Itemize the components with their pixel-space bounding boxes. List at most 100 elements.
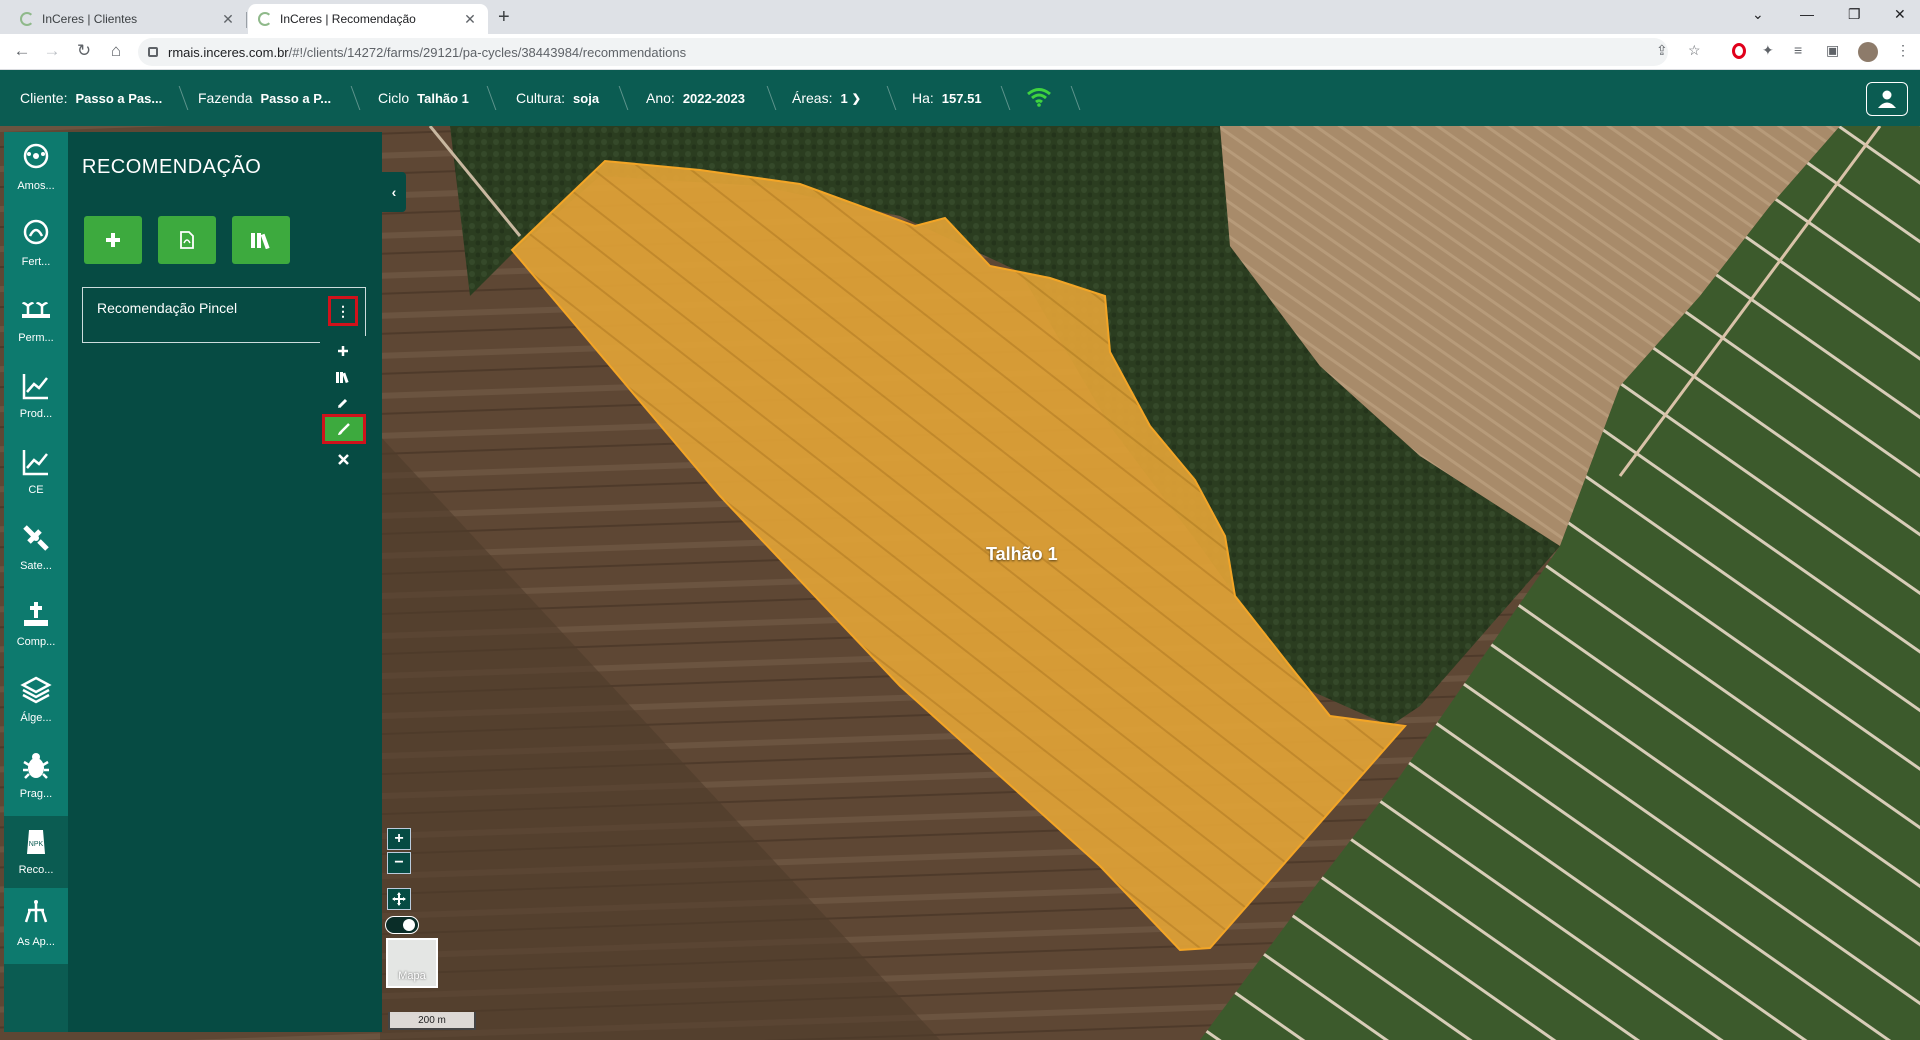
recommendation-panel: RECOMENDAÇÃO Recomendação Pincel ⋮ xyxy=(68,132,382,1032)
share-icon[interactable]: ⇪ xyxy=(1656,42,1668,59)
side-panel-icon[interactable]: ▣ xyxy=(1826,42,1839,59)
url-path: /#!/clients/14272/farms/29121/pa-cycles/… xyxy=(288,44,687,60)
home-icon[interactable]: ⌂ xyxy=(104,41,128,61)
browser-tab-recomendacao[interactable]: InCeres | Recomendação ✕ xyxy=(248,4,488,34)
rail-item-as-aplicadas[interactable]: As Ap... xyxy=(4,888,68,964)
toggle-knob xyxy=(403,919,415,931)
rail-item-permanente[interactable]: Perm... xyxy=(4,284,68,360)
user-icon xyxy=(1878,90,1896,108)
panel-title: RECOMENDAÇÃO xyxy=(82,156,262,178)
rail-item-satelite[interactable]: Sate... xyxy=(4,512,68,588)
rail-label: Fert... xyxy=(21,256,51,268)
recommendation-options-button[interactable]: ⋮ xyxy=(328,296,358,326)
move-arrows-icon xyxy=(392,892,406,906)
inceres-favicon-icon xyxy=(258,12,272,26)
rail-item-recomendacao[interactable]: NPK Reco... xyxy=(4,816,68,892)
browser-tab-clientes[interactable]: InCeres | Clientes ✕ xyxy=(10,4,246,34)
rail-item-amostragem[interactable]: Amos... xyxy=(4,132,68,208)
brush-icon xyxy=(338,423,350,435)
breadcrumb-fazenda[interactable]: Fazenda Passo a P... xyxy=(198,70,331,126)
recommendation-card[interactable]: Recomendação Pincel ⋮ xyxy=(82,287,366,343)
recommendation-name: Recomendação Pincel xyxy=(97,300,238,316)
menu-delete[interactable] xyxy=(320,446,366,472)
rail-item-compactacao[interactable]: Comp... xyxy=(4,588,68,664)
zoom-out-button[interactable]: − xyxy=(387,852,411,874)
profile-avatar[interactable] xyxy=(1858,42,1878,62)
pdf-file-icon xyxy=(180,231,194,249)
rail-label: Sate... xyxy=(20,560,52,572)
breadcrumb-ano[interactable]: Ano: 2022-2023 xyxy=(646,70,745,126)
fertility-icon xyxy=(23,219,49,245)
rail-item-pragas[interactable]: Prag... xyxy=(4,740,68,816)
pan-button[interactable] xyxy=(387,888,411,910)
kebab-icon: ⋮ xyxy=(336,303,350,319)
breadcrumb-separator xyxy=(467,86,497,110)
rail-label: Prag... xyxy=(19,788,53,800)
rail-item-fertilidade[interactable]: Fert... xyxy=(4,208,68,284)
menu-library[interactable] xyxy=(320,364,366,390)
minus-icon: − xyxy=(394,854,404,871)
wifi-online-icon xyxy=(1027,88,1051,107)
layer-toggle[interactable] xyxy=(385,916,419,934)
new-tab-button[interactable]: + xyxy=(498,6,510,29)
library-button[interactable] xyxy=(232,216,290,264)
chevron-down-icon[interactable]: ❯ xyxy=(852,92,861,105)
app-header: Cliente: Passo a Pas... Fazenda Passo a … xyxy=(0,70,1920,126)
satellite-icon xyxy=(23,525,49,551)
books-icon xyxy=(336,372,349,383)
field-label: Talhão 1 xyxy=(986,544,1058,564)
module-rail: Amos... Fert... Perm... Prod... CE Sate.… xyxy=(4,132,68,1032)
breadcrumb-cliente[interactable]: Cliente: Passo a Pas... xyxy=(20,70,162,126)
rail-label: CE xyxy=(28,484,44,496)
cultura-value: soja xyxy=(573,90,600,106)
areas-value: 1 xyxy=(840,90,848,106)
url-field[interactable]: rmais.inceres.com.br/#!/clients/14272/fa… xyxy=(138,38,1668,66)
minimize-icon[interactable]: — xyxy=(1800,6,1814,22)
breadcrumb-areas[interactable]: Áreas: 1 ❯ xyxy=(792,70,861,126)
basemap-label: Mapa xyxy=(398,970,426,982)
menu-add[interactable] xyxy=(320,338,366,364)
breadcrumb-separator xyxy=(981,86,1011,110)
rail-item-ce[interactable]: CE xyxy=(4,436,68,512)
ano-value: 2022-2023 xyxy=(682,90,745,106)
inceres-favicon-icon xyxy=(20,12,34,26)
tab-close-icon[interactable]: ✕ xyxy=(462,11,478,28)
sprayer-icon xyxy=(24,900,48,923)
breadcrumb-cultura[interactable]: Cultura: soja xyxy=(516,70,599,126)
ha-label: Ha: xyxy=(912,90,934,106)
extensions-icon[interactable]: ✦ xyxy=(1762,42,1774,59)
basemap-switcher[interactable]: Mapa xyxy=(386,938,438,988)
menu-edit[interactable] xyxy=(320,390,366,416)
zoom-in-button[interactable]: + xyxy=(387,828,411,850)
back-icon[interactable]: ← xyxy=(10,41,34,61)
scale-label: 200 m xyxy=(418,1014,446,1026)
opera-extension-icon[interactable] xyxy=(1732,43,1746,59)
tab-search-icon[interactable]: ⌄ xyxy=(1752,6,1764,23)
rail-label: Perm... xyxy=(18,332,54,344)
menu-brush[interactable] xyxy=(322,414,366,444)
rail-item-algebra[interactable]: Álge... xyxy=(4,664,68,740)
export-pdf-button[interactable] xyxy=(158,216,216,264)
plus-icon xyxy=(106,233,120,247)
chevron-left-icon: ‹ xyxy=(391,184,397,200)
reading-list-icon[interactable]: ≡ xyxy=(1794,42,1802,58)
trend-chart-icon xyxy=(22,374,48,400)
areas-label: Áreas: xyxy=(792,90,833,106)
breadcrumb-ciclo[interactable]: Ciclo Talhão 1 xyxy=(378,70,469,126)
fazenda-value: Passo a P... xyxy=(260,90,332,106)
lock-icon[interactable] xyxy=(148,47,158,57)
breadcrumb-separator xyxy=(747,86,777,110)
url-host: rmais.inceres.com.br xyxy=(168,44,289,60)
user-menu-button[interactable] xyxy=(1866,82,1908,116)
ce-chart-icon xyxy=(22,450,48,476)
add-recommendation-button[interactable] xyxy=(84,216,142,264)
collapse-panel-button[interactable]: ‹ xyxy=(382,172,406,212)
bookmark-star-icon[interactable]: ☆ xyxy=(1688,42,1701,59)
menu-kebab-icon[interactable]: ⋮ xyxy=(1896,42,1910,59)
tab-close-icon[interactable]: ✕ xyxy=(220,11,236,28)
forward-icon[interactable]: → xyxy=(40,41,64,61)
rail-item-produtividade[interactable]: Prod... xyxy=(4,360,68,436)
reload-icon[interactable]: ↻ xyxy=(72,41,96,61)
restore-icon[interactable]: ❐ xyxy=(1848,6,1861,23)
close-window-icon[interactable]: ✕ xyxy=(1894,6,1906,23)
